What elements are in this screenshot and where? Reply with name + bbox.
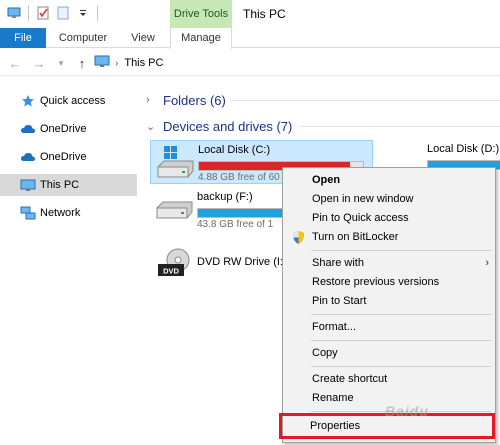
toolbar-divider [28,5,29,21]
menu-item-copy[interactable]: Copy [285,344,493,363]
tab-manage[interactable]: Manage [170,28,232,49]
tab-view[interactable]: View [120,28,166,48]
tab-file[interactable]: File [0,28,46,48]
menu-item-bitlocker[interactable]: Turn on BitLocker [285,228,493,247]
group-header-devices[interactable]: ⌄ Devices and drives (7) [146,116,292,136]
chevron-right-icon: › [146,94,150,106]
drive-name: Local Disk (C:) [198,144,271,156]
drive-free-space: 4.88 GB free of 60 [198,172,280,183]
sidebar-item-label: This PC [40,179,80,191]
back-button[interactable]: ← [6,54,24,72]
menu-divider [311,314,491,315]
submenu-arrow-icon: › [485,257,489,269]
hard-drive-icon [154,192,194,228]
windows-drive-icon [155,145,195,181]
breadcrumb-this-pc[interactable]: This PC [124,57,163,69]
sidebar-item-quick-access[interactable]: Quick access [0,90,137,112]
group-label: Folders (6) [163,92,226,108]
tab-computer[interactable]: Computer [52,28,114,48]
menu-item-create-shortcut[interactable]: Create shortcut [285,370,493,389]
group-label: Devices and drives (7) [163,118,293,134]
title-bar: Drive Tools This PC [0,0,500,28]
svg-text:DVD: DVD [163,267,179,276]
sidebar-item-label: OneDrive [40,123,87,135]
drive-name: Local Disk (D:) [427,143,500,155]
properties-checkmark-icon[interactable] [36,6,50,20]
drive-tools-context-header: Drive Tools [170,0,232,28]
sidebar-item-network[interactable]: Network [0,202,137,224]
menu-item-open[interactable]: Open [285,171,493,190]
network-icon [20,205,36,221]
recent-locations-button[interactable]: ▾ [52,54,70,72]
customize-toolbar-dropdown-icon[interactable] [76,6,90,20]
group-divider [230,100,500,101]
address-box[interactable]: › This PC [94,53,500,73]
drive-tools-label: Drive Tools [173,8,229,20]
computer-icon [20,177,36,193]
menu-divider [311,366,491,367]
toolbar-divider [97,5,98,21]
forward-button[interactable]: → [30,54,48,72]
menu-item-pin-quick-access[interactable]: Pin to Quick access [285,209,493,228]
menu-divider [311,250,491,251]
new-folder-icon[interactable] [56,6,70,20]
chevron-down-icon: ▾ [58,57,64,68]
dvd-drive-icon: DVD [154,248,194,284]
window-title: This PC [243,7,286,21]
group-header-folders[interactable]: › Folders (6) [146,90,226,110]
menu-item-pin-to-start[interactable]: Pin to Start [285,292,493,311]
back-arrow-icon: ← [8,55,22,71]
breadcrumb-chevron-icon[interactable]: › [115,58,118,69]
menu-item-format[interactable]: Format... [285,318,493,337]
menu-item-label: Share with [312,257,364,269]
drive-name: DVD RW Drive (I: [197,256,283,268]
sidebar-item-onedrive[interactable]: OneDrive [0,118,137,140]
sidebar-item-onedrive-2[interactable]: OneDrive [0,146,137,168]
menu-divider [311,340,491,341]
computer-icon [94,55,110,71]
star-icon [20,93,36,109]
sidebar-item-label: Network [40,207,81,219]
chevron-down-icon: ⌄ [146,120,156,133]
up-arrow-icon: ↑ [78,55,86,71]
computer-icon[interactable] [7,6,21,20]
cloud-icon [20,121,36,137]
sidebar-item-label: Quick access [40,95,106,107]
cloud-icon [20,149,36,165]
navigation-bar: ← → ▾ ↑ › This PC [0,50,500,76]
drive-free-space: 43.8 GB free of 1 [197,219,274,230]
context-menu: Open Open in new window Pin to Quick acc… [279,167,496,443]
watermark: Baidu [385,403,429,419]
drive-name: backup (F:) [197,191,253,203]
navigation-pane: Quick access OneDrive OneDrive This PC N… [0,84,138,445]
menu-item-share-with[interactable]: Share with › [285,254,493,273]
forward-arrow-icon: → [32,55,46,71]
ribbon-tab-bar: File Computer View Manage [0,28,500,49]
sidebar-item-label: OneDrive [40,151,87,163]
up-button[interactable]: ↑ [73,54,91,72]
shield-icon [291,230,306,245]
sidebar-item-this-pc[interactable]: This PC [0,174,137,196]
menu-item-label: Turn on BitLocker [312,231,399,243]
menu-item-open-new-window[interactable]: Open in new window [285,190,493,209]
group-divider [300,126,500,127]
menu-item-restore-versions[interactable]: Restore previous versions [285,273,493,292]
quick-access-toolbar [4,4,102,22]
